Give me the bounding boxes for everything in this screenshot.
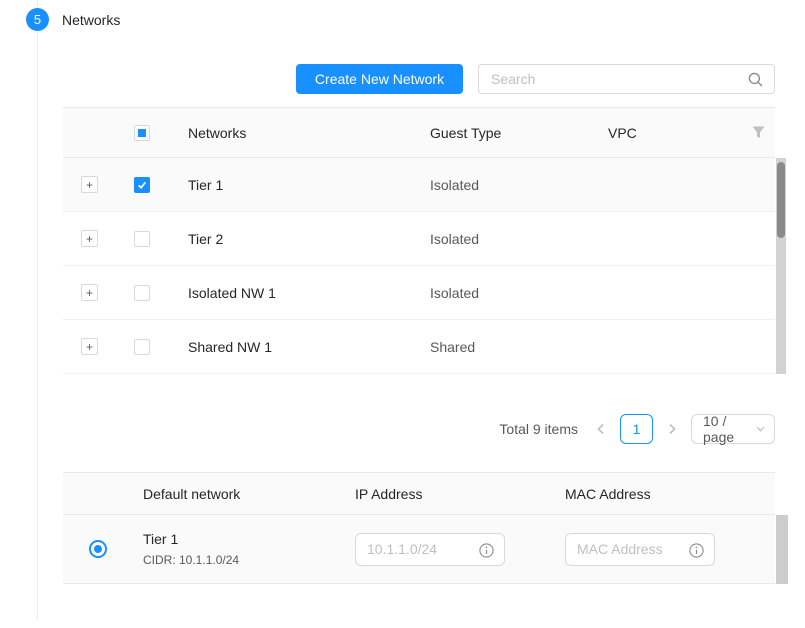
page-size-value: 10 / page — [703, 413, 756, 445]
create-new-network-label: Create New Network — [315, 71, 444, 87]
networks-table: Networks Guest Type VPC + Tier 1 Isolate… — [63, 107, 775, 374]
expand-row-button[interactable]: + — [81, 338, 98, 355]
guest-type: Isolated — [430, 177, 608, 193]
column-header-networks: Networks — [188, 125, 430, 141]
plus-icon: + — [86, 233, 93, 245]
pagination-next-button[interactable] — [663, 420, 681, 438]
pagination-page-1[interactable]: 1 — [620, 414, 653, 444]
row-checkbox-isolated-nw1[interactable] — [134, 285, 150, 301]
column-header-ip-address: IP Address — [355, 486, 565, 502]
guest-type: Isolated — [430, 231, 608, 247]
plus-icon: + — [86, 179, 93, 191]
plus-icon: + — [86, 287, 93, 299]
expand-row-button[interactable]: + — [81, 230, 98, 247]
deploy-vm-networks-step: { "colors": { "accent": "#1890ff", "head… — [0, 0, 805, 628]
check-icon — [136, 179, 148, 191]
guest-type: Isolated — [430, 285, 608, 301]
network-row-isolated-nw1[interactable]: + Isolated NW 1 Isolated — [63, 266, 775, 320]
row-checkbox-shared-nw1[interactable] — [134, 339, 150, 355]
default-network-table-scrollbar-track[interactable] — [776, 515, 788, 584]
default-network-row-tier1[interactable]: Tier 1 CIDR: 10.1.1.0/24 — [63, 515, 775, 584]
ip-address-field[interactable] — [355, 533, 505, 566]
networks-table-scrollbar-thumb[interactable] — [777, 162, 785, 238]
mac-address-field[interactable] — [565, 533, 715, 566]
guest-type: Shared — [430, 339, 608, 355]
default-network-table: Default network IP Address MAC Address T… — [63, 472, 775, 584]
network-row-tier2[interactable]: + Tier 2 Isolated — [63, 212, 775, 266]
column-header-vpc: VPC — [608, 125, 735, 141]
row-checkbox-tier1[interactable] — [134, 177, 150, 193]
column-header-mac-address: MAC Address — [565, 486, 775, 502]
networks-table-header: Networks Guest Type VPC — [63, 107, 775, 158]
default-network-table-header: Default network IP Address MAC Address — [63, 472, 775, 515]
default-network-cidr: CIDR: 10.1.1.0/24 — [143, 552, 355, 569]
select-all-checkbox[interactable] — [134, 125, 150, 141]
info-circle-icon — [689, 543, 704, 558]
expand-row-button[interactable]: + — [81, 176, 98, 193]
create-new-network-button[interactable]: Create New Network — [296, 64, 463, 94]
step-title: Networks — [62, 12, 120, 28]
step-connector-line — [37, 0, 38, 620]
pagination-total: Total 9 items — [499, 421, 578, 437]
pagination: Total 9 items 1 10 / page — [499, 414, 775, 444]
default-network-name: Tier 1 — [143, 530, 355, 549]
expand-row-button[interactable]: + — [81, 284, 98, 301]
chevron-left-icon — [595, 423, 607, 435]
step-number: 5 — [34, 12, 41, 27]
network-name: Tier 1 — [188, 177, 430, 193]
search-input[interactable] — [479, 71, 748, 87]
column-header-guest-type: Guest Type — [430, 125, 608, 141]
column-header-default-network: Default network — [143, 486, 355, 502]
chevron-down-icon — [756, 424, 765, 434]
row-checkbox-tier2[interactable] — [134, 231, 150, 247]
network-row-shared-nw1[interactable]: + Shared NW 1 Shared — [63, 320, 775, 374]
page-size-select[interactable]: 10 / page — [691, 414, 775, 444]
network-row-tier1[interactable]: + Tier 1 Isolated — [63, 158, 775, 212]
plus-icon: + — [86, 341, 93, 353]
vpc-filter-cell — [735, 126, 775, 139]
select-all-cell — [126, 125, 188, 141]
network-name: Tier 2 — [188, 231, 430, 247]
search-icon[interactable] — [748, 72, 763, 87]
pagination-prev-button[interactable] — [592, 420, 610, 438]
chevron-right-icon — [666, 423, 678, 435]
radio-dot — [94, 545, 102, 553]
network-name: Shared NW 1 — [188, 339, 430, 355]
default-network-radio[interactable] — [89, 540, 107, 558]
filter-funnel-icon[interactable] — [752, 126, 765, 139]
search-box[interactable] — [478, 64, 775, 94]
step-number-badge: 5 — [26, 8, 49, 31]
network-name: Isolated NW 1 — [188, 285, 430, 301]
info-circle-icon — [479, 543, 494, 558]
